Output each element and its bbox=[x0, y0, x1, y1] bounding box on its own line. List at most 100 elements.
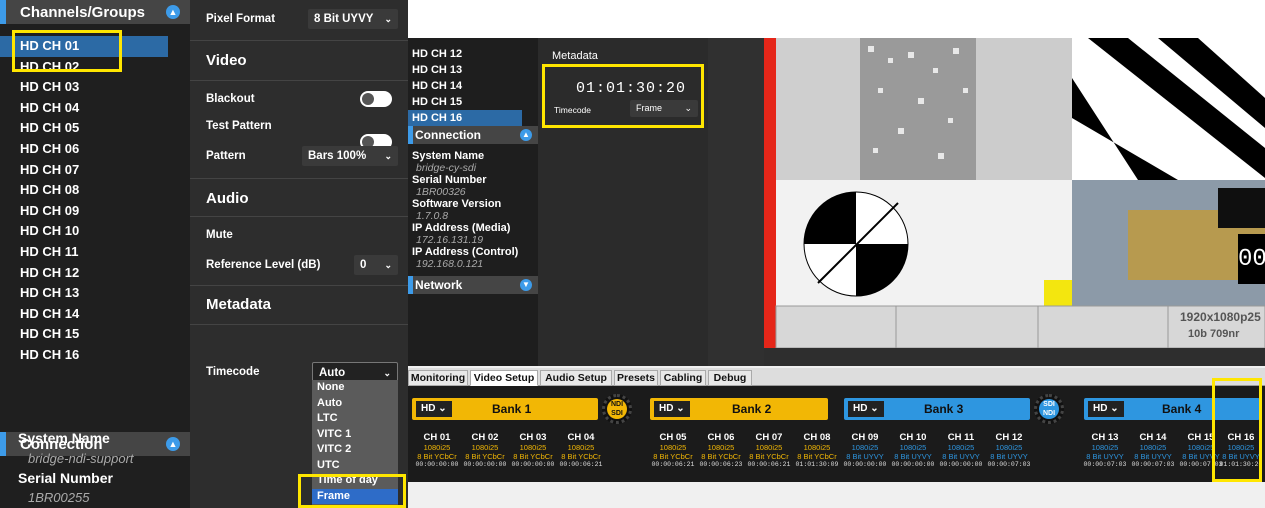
channel-cell-format: 8 Bit UYVY bbox=[990, 452, 1028, 461]
channel-cell[interactable]: CH 08 1080i25 8 Bit YCbCr 01:01:30:09 bbox=[792, 432, 842, 468]
channel-cell-timecode: 00:00:07:03 bbox=[1131, 461, 1175, 468]
channel-cell[interactable]: CH 01 1080i25 8 Bit YCbCr 00:00:00:00 bbox=[412, 432, 462, 468]
bank-1[interactable]: HD ⌄ Bank 1 bbox=[412, 398, 598, 420]
tab-cabling[interactable]: Cabling bbox=[660, 370, 706, 386]
chevron-up-icon[interactable]: ▲ bbox=[166, 437, 180, 451]
channels-groups-header[interactable]: Channels/Groups ▲ bbox=[0, 0, 190, 24]
channel-cell-format: 8 Bit UYVY bbox=[894, 452, 932, 461]
chevron-down-icon[interactable]: ▼ bbox=[520, 279, 532, 291]
sidebar-item-hd-ch-03[interactable]: HD CH 03 bbox=[0, 77, 190, 98]
converter-1-top-label: NDI bbox=[610, 401, 624, 408]
channel-cell-timecode: 00:00:00:00 bbox=[511, 461, 555, 468]
sdi-ndi-converter-icon: SDI NDI bbox=[1034, 394, 1064, 424]
sidebar-item-hd-ch-07[interactable]: HD CH 07 bbox=[0, 160, 190, 181]
tab-video-setup[interactable]: Video Setup bbox=[470, 370, 538, 386]
channel-cell[interactable]: CH 12 1080i25 8 Bit UYVY 00:00:07:03 bbox=[984, 432, 1034, 468]
sidebar-item-hd-ch-16[interactable]: HD CH 16 bbox=[0, 345, 190, 366]
sidebar-item-hd-ch-15[interactable]: HD CH 15 bbox=[0, 324, 190, 345]
ip-control-label: IP Address (Control) bbox=[412, 246, 519, 258]
blackout-label: Blackout bbox=[206, 93, 255, 105]
sidebar-item-hd-ch-05[interactable]: HD CH 05 bbox=[0, 118, 190, 139]
pattern-label: Pattern bbox=[206, 150, 246, 162]
sidebar-item-hd-ch-12[interactable]: HD CH 12 bbox=[408, 46, 538, 62]
bank-1-name: Bank 1 bbox=[492, 402, 532, 416]
timecode-option-vitc-1[interactable]: VITC 1 bbox=[312, 427, 398, 443]
video-preview: 00 1920x1080p25 10b 709nr bbox=[708, 38, 1265, 366]
bank-3[interactable]: HD ⌄ Bank 3 bbox=[844, 398, 1030, 420]
chevron-down-icon: ⌄ bbox=[384, 151, 392, 161]
test-pattern-label: Test Pattern bbox=[206, 120, 272, 132]
channel-cell[interactable]: CH 07 1080i25 8 Bit YCbCr 00:00:06:21 bbox=[744, 432, 794, 468]
bank-3-name: Bank 3 bbox=[924, 402, 964, 416]
chevron-up-icon[interactable]: ▲ bbox=[166, 5, 180, 19]
channel-cell[interactable]: CH 11 1080i25 8 Bit UYVY 00:00:00:00 bbox=[936, 432, 986, 468]
sidebar-item-hd-ch-11[interactable]: HD CH 11 bbox=[0, 242, 190, 263]
highlight-box bbox=[12, 30, 122, 72]
channel-list: HD CH 01 HD CH 02 HD CH 03 HD CH 04 HD C… bbox=[0, 36, 190, 366]
channel-cell-timecode: 00:00:00:00 bbox=[415, 461, 459, 468]
channel-cell-timecode: 00:00:07:03 bbox=[1083, 461, 1127, 468]
timecode-option-auto[interactable]: Auto bbox=[312, 396, 398, 412]
channel-sidebar: Channels/Groups ▲ HD CH 01 HD CH 02 HD C… bbox=[0, 0, 190, 508]
software-version-value: 1.7.0.8 bbox=[416, 210, 449, 222]
channel-sidebar: HD CH 12 HD CH 13 HD CH 14 HD CH 15 HD C… bbox=[408, 38, 538, 366]
timecode-option-none[interactable]: None bbox=[312, 380, 398, 396]
network-label: Network bbox=[415, 278, 463, 292]
channel-cell-timecode: 00:00:06:21 bbox=[651, 461, 695, 468]
sidebar-item-hd-ch-12[interactable]: HD CH 12 bbox=[0, 263, 190, 284]
channel-cell[interactable]: CH 09 1080i25 8 Bit UYVY 00:00:00:00 bbox=[840, 432, 890, 468]
software-version-label: Software Version bbox=[412, 198, 502, 210]
channel-cell-timecode: 00:00:06:23 bbox=[699, 461, 743, 468]
converter-1-bottom-label: SDI bbox=[611, 410, 623, 417]
bank-4-type-value: HD bbox=[1093, 403, 1108, 414]
sidebar-item-hd-ch-16[interactable]: HD CH 16 bbox=[408, 110, 522, 126]
channel-cell-resolution: 1080i25 bbox=[707, 443, 735, 452]
channel-cell[interactable]: CH 06 1080i25 8 Bit YCbCr 00:00:06:23 bbox=[696, 432, 746, 468]
preview-timecode-overlay: 00 bbox=[1238, 246, 1265, 273]
mute-label: Mute bbox=[206, 229, 233, 241]
bank-1-type-select[interactable]: HD ⌄ bbox=[416, 401, 452, 417]
sidebar-item-hd-ch-13[interactable]: HD CH 13 bbox=[408, 62, 538, 78]
sidebar-item-hd-ch-09[interactable]: HD CH 09 bbox=[0, 201, 190, 222]
sidebar-item-hd-ch-14[interactable]: HD CH 14 bbox=[408, 78, 538, 94]
channel-cell[interactable]: CH 14 1080i25 8 Bit UYVY 00:00:07:03 bbox=[1128, 432, 1178, 468]
channel-cell[interactable]: CH 05 1080i25 8 Bit YCbCr 00:00:06:21 bbox=[648, 432, 698, 468]
sidebar-item-hd-ch-15[interactable]: HD CH 15 bbox=[408, 94, 538, 110]
tab-presets[interactable]: Presets bbox=[614, 370, 658, 386]
preview-resolution-text: 1920x1080p25 bbox=[1180, 310, 1261, 324]
channel-cell[interactable]: CH 10 1080i25 8 Bit UYVY 00:00:00:00 bbox=[888, 432, 938, 468]
sidebar-item-hd-ch-08[interactable]: HD CH 08 bbox=[0, 180, 190, 201]
ip-media-label: IP Address (Media) bbox=[412, 222, 511, 234]
tab-debug[interactable]: Debug bbox=[708, 370, 752, 386]
sidebar-item-hd-ch-13[interactable]: HD CH 13 bbox=[0, 283, 190, 304]
network-header[interactable]: Network ▼ bbox=[408, 276, 538, 294]
pattern-select[interactable]: Bars 100% ⌄ bbox=[302, 146, 398, 166]
channel-cell-resolution: 1080i25 bbox=[519, 443, 547, 452]
divider bbox=[190, 40, 408, 41]
connection-header[interactable]: Connection ▲ bbox=[408, 126, 538, 144]
bank-2[interactable]: HD ⌄ Bank 2 bbox=[650, 398, 828, 420]
sidebar-item-hd-ch-04[interactable]: HD CH 04 bbox=[0, 98, 190, 119]
sidebar-item-hd-ch-10[interactable]: HD CH 10 bbox=[0, 221, 190, 242]
chevron-up-icon[interactable]: ▲ bbox=[520, 129, 532, 141]
sidebar-item-hd-ch-06[interactable]: HD CH 06 bbox=[0, 139, 190, 160]
timecode-option-ltc[interactable]: LTC bbox=[312, 411, 398, 427]
timecode-option-utc[interactable]: UTC bbox=[312, 458, 398, 474]
channel-cell[interactable]: CH 13 1080i25 8 Bit UYVY 00:00:07:03 bbox=[1080, 432, 1130, 468]
channel-cell-resolution: 1080i25 bbox=[1139, 443, 1167, 452]
bank-4-type-select[interactable]: HD ⌄ bbox=[1088, 401, 1124, 417]
pixel-format-select[interactable]: 8 Bit UYVY ⌄ bbox=[308, 9, 398, 29]
tab-monitoring[interactable]: Monitoring bbox=[408, 370, 468, 386]
channel-cell[interactable]: CH 03 1080i25 8 Bit YCbCr 00:00:00:00 bbox=[508, 432, 558, 468]
reference-level-select[interactable]: 0 ⌄ bbox=[354, 255, 398, 275]
bank-3-type-select[interactable]: HD ⌄ bbox=[848, 401, 884, 417]
channel-cell[interactable]: CH 04 1080i25 8 Bit YCbCr 00:00:06:21 bbox=[556, 432, 606, 468]
channel-cell[interactable]: CH 02 1080i25 8 Bit YCbCr 00:00:00:00 bbox=[460, 432, 510, 468]
blackout-toggle[interactable] bbox=[360, 91, 392, 107]
channel-cell-resolution: 1080i25 bbox=[567, 443, 595, 452]
timecode-option-vitc-2[interactable]: VITC 2 bbox=[312, 442, 398, 458]
bank-2-type-select[interactable]: HD ⌄ bbox=[654, 401, 690, 417]
sidebar-item-hd-ch-14[interactable]: HD CH 14 bbox=[0, 304, 190, 325]
tab-audio-setup[interactable]: Audio Setup bbox=[540, 370, 612, 386]
timecode-select[interactable]: Auto ⌄ bbox=[312, 362, 398, 382]
